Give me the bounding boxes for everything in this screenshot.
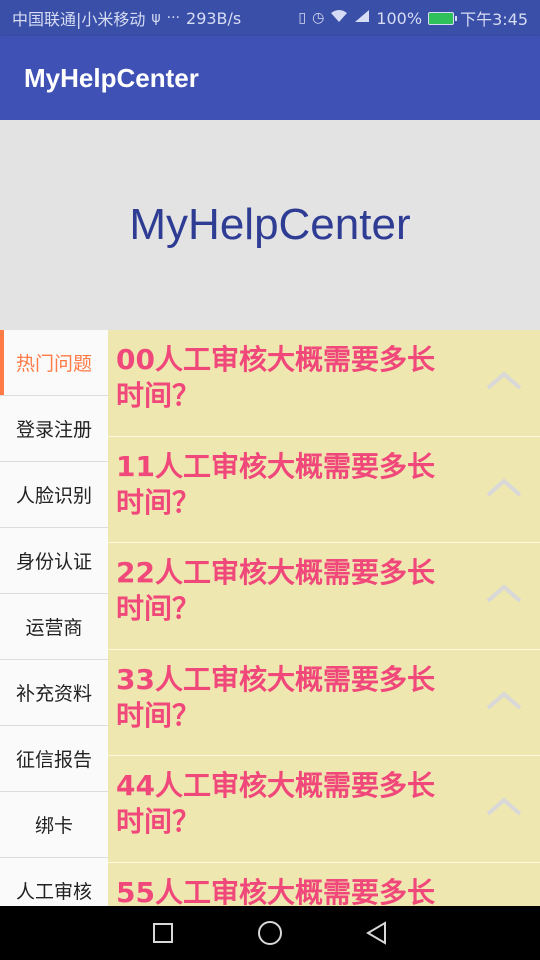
- network-speed: 293B/s: [186, 8, 242, 28]
- question-text: 22人工审核大概需要多长时间？: [116, 556, 435, 625]
- sidebar-item-label: 补充资料: [15, 683, 92, 705]
- back-icon: [365, 921, 386, 945]
- question-text: 33人工审核大概需要多长时间？: [116, 662, 435, 732]
- sidebar-item-supplementary-info[interactable]: 补充资料: [0, 660, 108, 726]
- sidebar-item-login-register[interactable]: 登录注册: [0, 396, 108, 462]
- question-item[interactable]: 11人工审核大概需要多长时间？: [108, 437, 540, 543]
- question-item[interactable]: 00人工审核大概需要多长时间？: [108, 330, 540, 437]
- battery-percent: 100%: [376, 8, 423, 28]
- sidebar-item-label: 身份认证: [15, 551, 92, 573]
- more-icon: ···: [166, 10, 181, 26]
- clock-time: 下午3:45: [460, 10, 528, 29]
- question-list: 00人工审核大概需要多长时间？ 11人工审核大概需要多长时间？ 22人工审核大概…: [108, 330, 540, 906]
- sidebar-item-credit-report[interactable]: 征信报告: [0, 726, 108, 792]
- sidebar-item-label: 运营商: [25, 617, 83, 639]
- system-nav-bar: [0, 906, 540, 960]
- signal-icon: [354, 9, 370, 27]
- sidebar-item-identity-verification[interactable]: 身份认证: [0, 528, 108, 594]
- banner: MyHelpCenter: [0, 120, 540, 330]
- sidebar-item-manual-review[interactable]: 人工审核: [0, 858, 108, 906]
- sidebar-item-label: 热门问题: [15, 353, 92, 375]
- sidebar-item-label: 人工审核: [15, 881, 92, 903]
- home-icon: [257, 921, 282, 945]
- banner-title: MyHelpCenter: [129, 200, 411, 249]
- question-item[interactable]: 44人工审核大概需要多长时间？: [108, 756, 540, 863]
- question-text: 11人工审核大概需要多长时间？: [116, 449, 435, 519]
- sidebar-item-label: 征信报告: [15, 749, 92, 771]
- sidebar-item-carrier[interactable]: 运营商: [0, 594, 108, 660]
- status-right: ▯ ◷ 100% 下午3:45: [298, 6, 528, 30]
- chevron-up-icon[interactable]: [486, 477, 522, 499]
- question-item[interactable]: 55人工审核大概需要多长时间？: [108, 863, 540, 907]
- question-text: 00人工审核大概需要多长时间？: [116, 343, 435, 412]
- home-button[interactable]: [250, 913, 290, 953]
- usb-icon: ψ: [151, 10, 161, 26]
- question-text: 44人工审核大概需要多长时间？: [116, 769, 435, 838]
- status-bar: 中国联通|小米移动 ψ ··· 293B/s ▯ ◷ 100% 下午3:45: [0, 0, 540, 36]
- status-left: 中国联通|小米移动 ψ ··· 293B/s: [12, 6, 241, 30]
- recents-button[interactable]: [143, 913, 183, 953]
- question-item[interactable]: 33人工审核大概需要多长时间？: [108, 650, 540, 756]
- chevron-up-icon[interactable]: [486, 796, 522, 818]
- question-text: 55人工审核大概需要多长时间？: [116, 875, 435, 907]
- app-title: MyHelpCenter: [24, 62, 199, 93]
- category-sidebar: 热门问题 登录注册 人脸识别 身份认证 运营商 补充资料 征信报告 绑卡 人工审…: [0, 330, 108, 906]
- sidebar-item-bind-card[interactable]: 绑卡: [0, 792, 108, 858]
- vibrate-icon: ▯: [298, 10, 307, 26]
- carrier-text: 中国联通|小米移动: [12, 10, 146, 29]
- recents-icon: [153, 923, 174, 943]
- back-button[interactable]: [357, 913, 397, 953]
- question-item[interactable]: 22人工审核大概需要多长时间？: [108, 543, 540, 650]
- app-bar: MyHelpCenter: [0, 36, 540, 120]
- battery-icon: [428, 11, 458, 25]
- wifi-icon: [330, 9, 348, 27]
- sidebar-item-hot-questions[interactable]: 热门问题: [0, 330, 108, 396]
- chevron-up-icon[interactable]: [486, 370, 522, 392]
- sidebar-item-label: 人脸识别: [15, 485, 92, 507]
- alarm-icon: ◷: [312, 10, 325, 26]
- sidebar-item-label: 绑卡: [34, 815, 73, 837]
- sidebar-item-label: 登录注册: [15, 419, 92, 441]
- sidebar-item-face-recognition[interactable]: 人脸识别: [0, 462, 108, 528]
- chevron-up-icon[interactable]: [486, 690, 522, 712]
- chevron-up-icon[interactable]: [486, 583, 522, 605]
